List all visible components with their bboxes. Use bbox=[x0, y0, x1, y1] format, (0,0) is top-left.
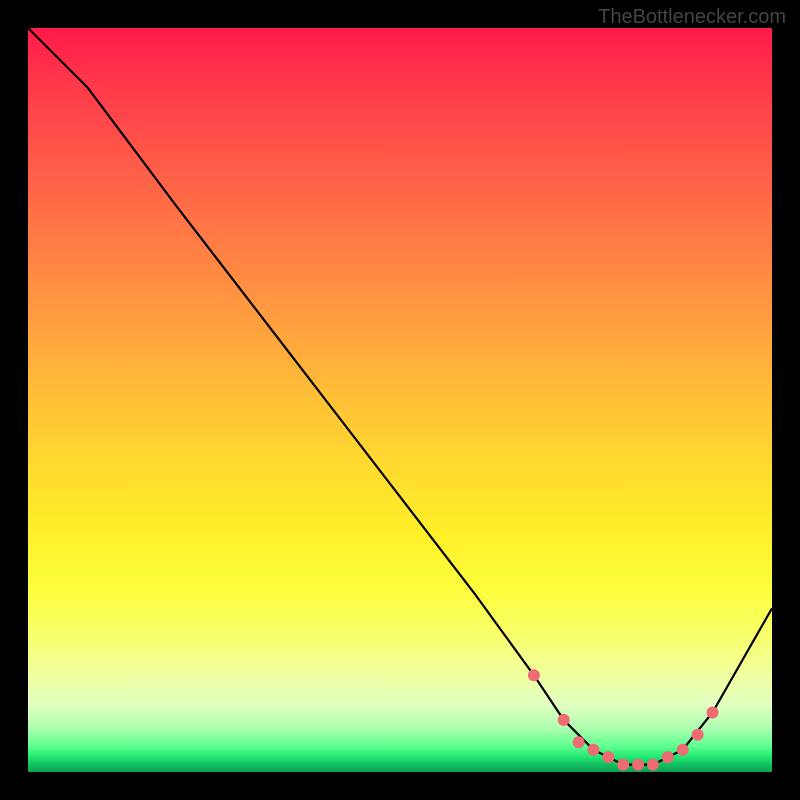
marker-point bbox=[707, 707, 719, 719]
marker-point bbox=[632, 759, 644, 771]
watermark-text: TheBottlenecker.com bbox=[598, 6, 786, 29]
marker-point bbox=[573, 736, 585, 748]
marker-point bbox=[677, 744, 689, 756]
marker-point bbox=[647, 759, 659, 771]
marker-point bbox=[692, 729, 704, 741]
marker-point bbox=[558, 714, 570, 726]
marker-point bbox=[617, 759, 629, 771]
marker-point bbox=[528, 669, 540, 681]
highlight-markers bbox=[528, 669, 719, 770]
marker-point bbox=[662, 751, 674, 763]
plot-area bbox=[28, 28, 772, 772]
marker-point bbox=[602, 751, 614, 763]
chart-svg bbox=[28, 28, 772, 772]
bottleneck-curve-path bbox=[28, 28, 772, 765]
marker-point bbox=[587, 744, 599, 756]
